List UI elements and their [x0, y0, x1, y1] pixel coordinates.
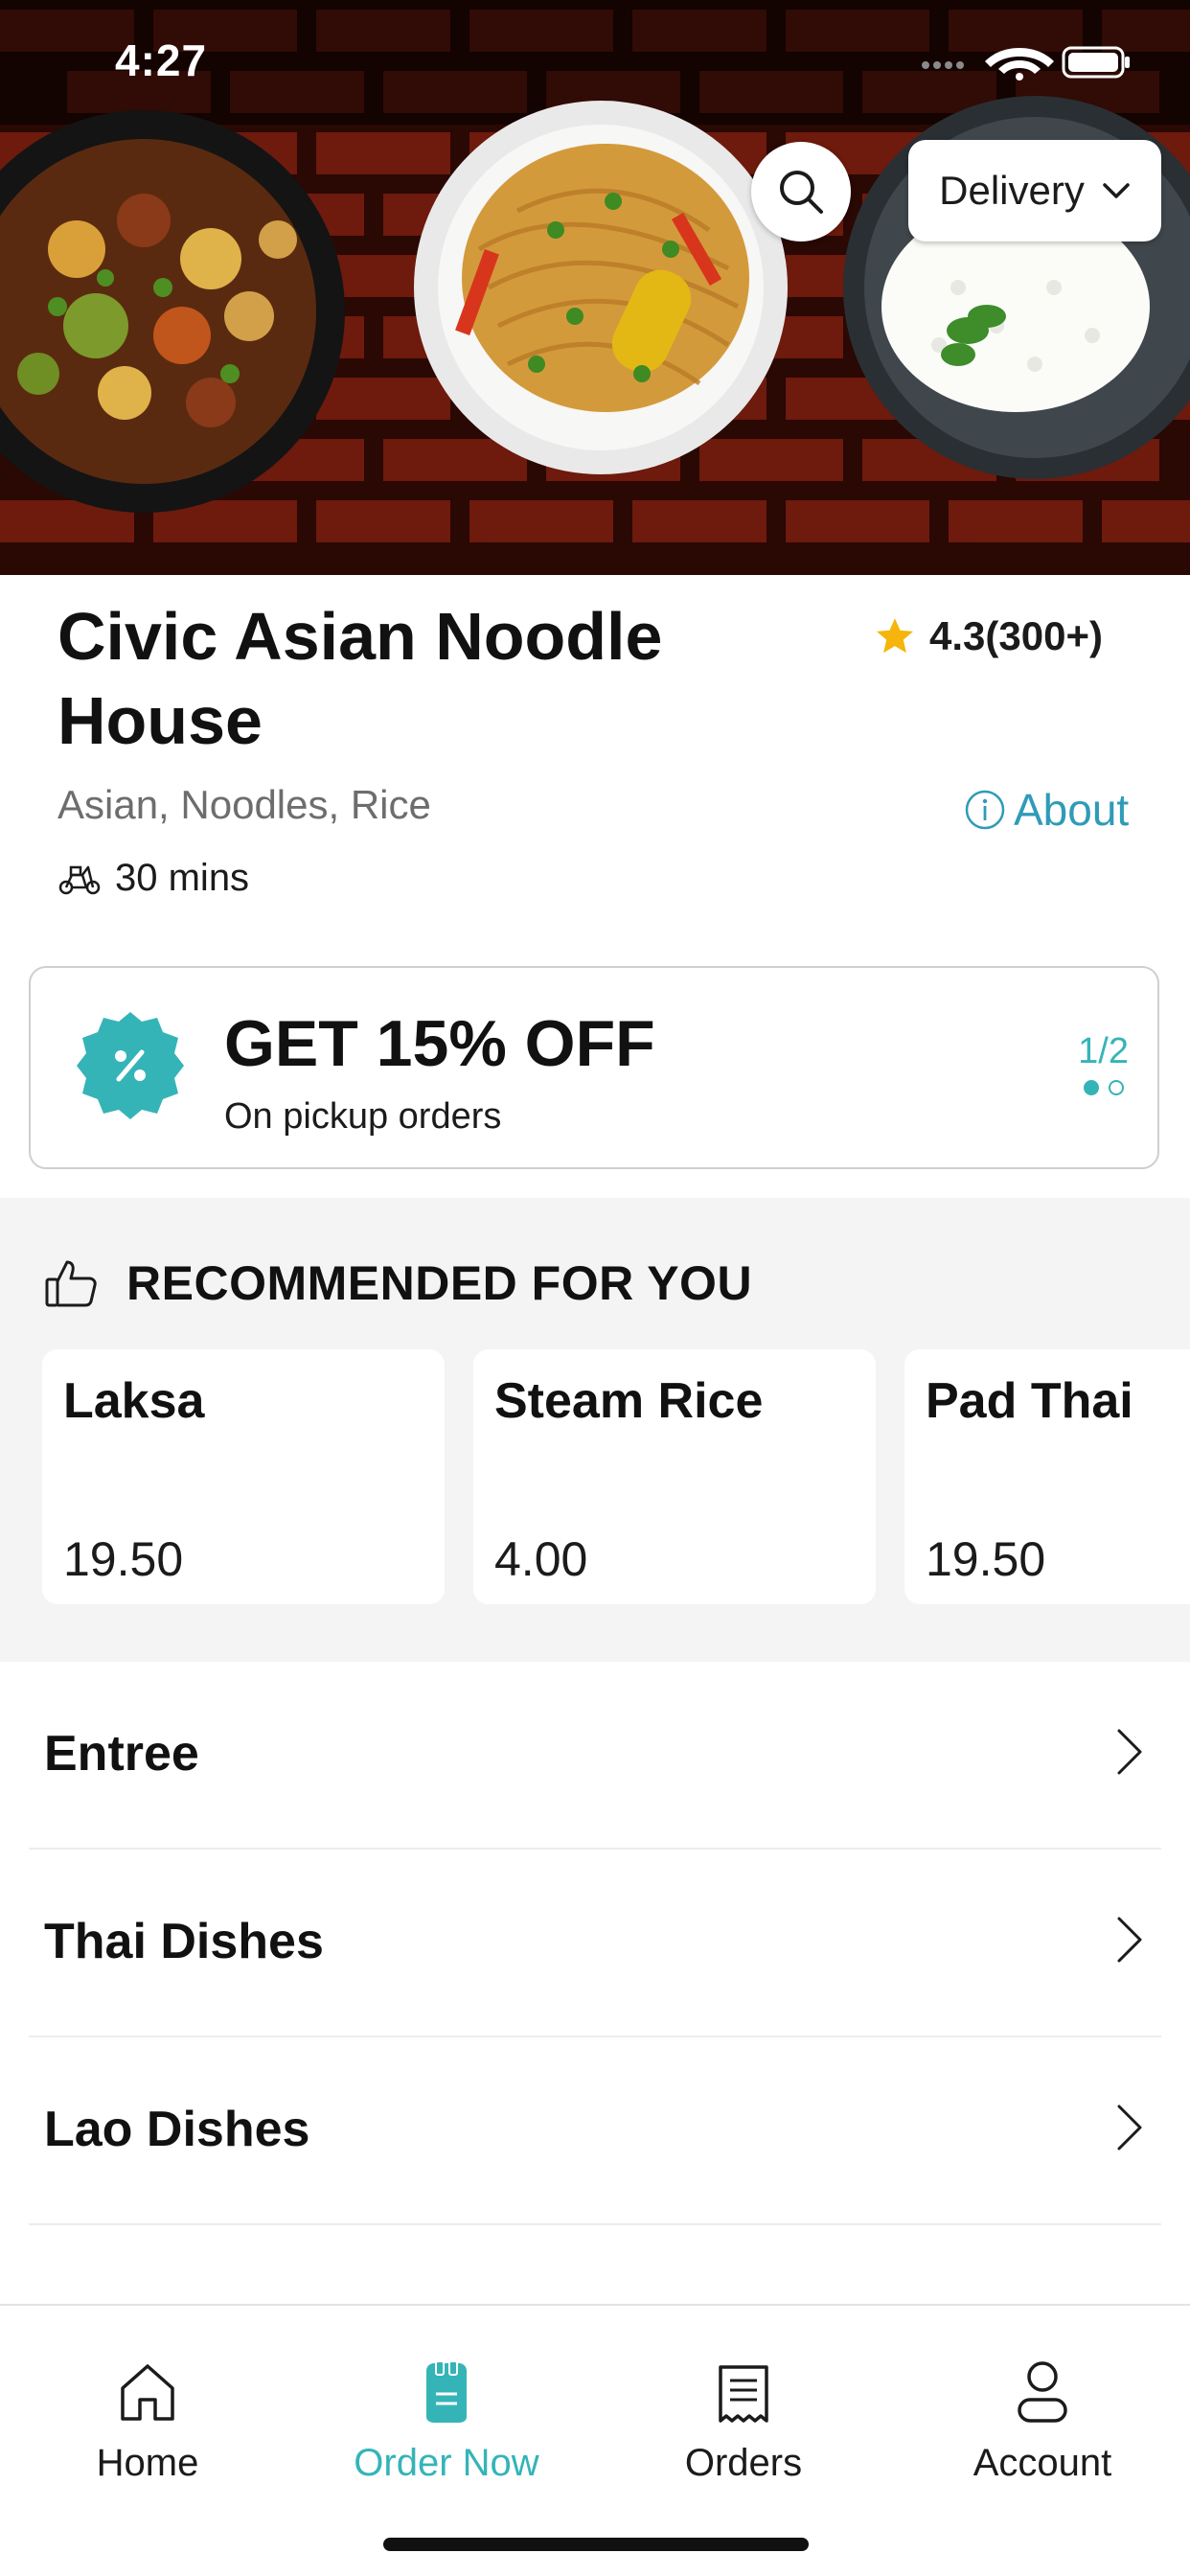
battery-icon — [1062, 46, 1130, 79]
recommended-section: RECOMMENDED FOR YOU Laksa 19.50 Steam Ri… — [0, 1198, 1190, 1662]
promo-banner[interactable]: GET 15% OFF On pickup orders 1/2 — [29, 966, 1159, 1169]
category-label: Thai Dishes — [44, 1914, 324, 1969]
item-price: 19.50 — [926, 1532, 1046, 1586]
tab-label: Order Now — [354, 2442, 539, 2484]
chevron-right-icon — [1117, 1917, 1142, 1963]
promo-dots — [1078, 1080, 1129, 1095]
cuisine-tags: Asian, Noodles, Rice — [57, 782, 431, 827]
chevron-down-icon — [1103, 183, 1130, 198]
tab-label: Orders — [684, 2442, 803, 2484]
tab-home[interactable]: Home — [4, 2348, 291, 2485]
restaurant-name: Civic Asian Noodle House — [57, 599, 663, 758]
item-name: Laksa — [63, 1373, 205, 1429]
promo-dot-active[interactable] — [1083, 1080, 1099, 1095]
about-link[interactable]: About — [964, 784, 1129, 836]
recommended-item-card[interactable]: Pad Thai 19.50 — [904, 1349, 1190, 1604]
tab-order-now[interactable]: Order Now — [303, 2348, 590, 2485]
about-label: About — [1014, 785, 1130, 835]
promo-pager: 1/2 — [1078, 1031, 1129, 1095]
rating-value: 4.3(300+) — [929, 613, 1103, 658]
chevron-right-icon — [1117, 1729, 1142, 1775]
tab-orders[interactable]: Orders — [600, 2348, 887, 2485]
category-row[interactable]: Lao Dishes — [29, 2037, 1161, 2225]
category-label: Lao Dishes — [44, 2102, 310, 2157]
tab-account[interactable]: Account — [899, 2348, 1186, 2485]
search-icon — [780, 171, 823, 214]
info-icon — [965, 790, 1005, 830]
tab-label: Account — [973, 2442, 1112, 2484]
status-bar: 4:27 — [0, 0, 1190, 125]
category-label: Entree — [44, 1726, 199, 1782]
thumbs-up-icon — [45, 1260, 97, 1307]
cellular-signal-icon — [922, 61, 964, 69]
item-name: Steam Rice — [494, 1373, 764, 1429]
receipt-icon — [719, 2365, 768, 2423]
item-name: Pad Thai — [926, 1373, 1133, 1429]
promo-page-count: 1/2 — [1078, 1031, 1129, 1071]
delivery-time: 30 mins — [57, 857, 249, 900]
promo-dot[interactable] — [1108, 1080, 1124, 1095]
order-mode-dropdown[interactable]: Delivery — [908, 140, 1161, 242]
chevron-right-icon — [1117, 2104, 1142, 2150]
recommended-header: RECOMMENDED FOR YOU — [44, 1255, 752, 1311]
home-icon — [121, 2364, 174, 2421]
order-icon — [426, 2361, 467, 2423]
category-row[interactable]: Thai Dishes — [29, 1850, 1161, 2037]
order-mode-label: Delivery — [939, 168, 1085, 213]
status-time: 4:27 — [115, 35, 208, 85]
recommended-item-card[interactable]: Laksa 19.50 — [42, 1349, 445, 1604]
promo-subtitle: On pickup orders — [224, 1096, 502, 1137]
promo-title: GET 15% OFF — [224, 1007, 655, 1080]
star-icon — [876, 618, 914, 654]
account-icon — [1018, 2361, 1067, 2423]
rating: 4.3(300+) — [874, 613, 1103, 659]
search-button[interactable] — [751, 142, 851, 242]
wifi-icon — [985, 48, 1054, 80]
discount-badge-icon — [77, 1012, 184, 1119]
home-indicator[interactable] — [383, 2538, 809, 2551]
status-icons — [920, 42, 1131, 85]
recommended-title: RECOMMENDED FOR YOU — [126, 1256, 753, 1310]
recommended-item-card[interactable]: Steam Rice 4.00 — [473, 1349, 876, 1604]
category-row[interactable]: Entree — [29, 1662, 1161, 1850]
bottom-tab-bar: Home Order Now Orders Account — [0, 2304, 1190, 2576]
item-price: 19.50 — [63, 1532, 184, 1586]
delivery-time-label: 30 mins — [115, 857, 250, 899]
scooter-icon — [58, 865, 101, 894]
hero-banner: 4:27 Delivery — [0, 0, 1190, 575]
tab-label: Home — [96, 2442, 199, 2484]
item-price: 4.00 — [494, 1532, 588, 1586]
